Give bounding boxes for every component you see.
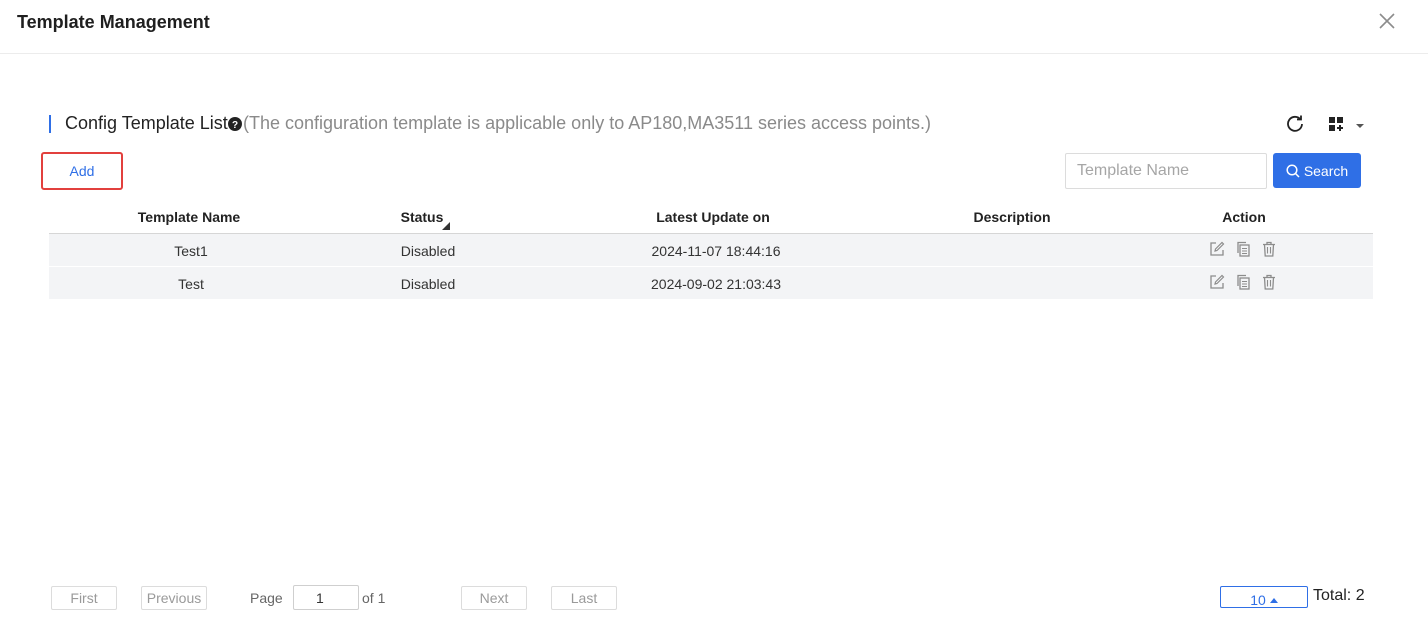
- page-size-select[interactable]: 10: [1220, 586, 1308, 608]
- column-header-action: Action: [1222, 209, 1266, 225]
- cell-latest-update: 2024-09-02 21:03:43: [651, 276, 781, 292]
- table-row: Test Disabled 2024-09-02 21:03:43: [49, 267, 1373, 300]
- last-page-button[interactable]: Last: [551, 586, 617, 610]
- caret-up-icon: [1269, 598, 1278, 603]
- section-note: (The configuration template is applicabl…: [243, 113, 932, 133]
- template-table: Template Name Status Latest Update on De…: [49, 201, 1373, 300]
- column-header-description[interactable]: Description: [973, 209, 1050, 225]
- dialog-header: Template Management: [0, 0, 1428, 54]
- search-icon: [1286, 163, 1300, 178]
- previous-page-button[interactable]: Previous: [141, 586, 207, 610]
- table-row: Test1 Disabled 2024-11-07 18:44:16: [49, 234, 1373, 267]
- section-accent-bar: [49, 115, 51, 133]
- search-button[interactable]: Search: [1273, 153, 1361, 188]
- svg-text:?: ?: [232, 120, 238, 131]
- page-count-label: of 1: [362, 590, 386, 606]
- page-number-input[interactable]: [293, 585, 359, 610]
- row-actions: [1209, 274, 1277, 290]
- column-header-template-name[interactable]: Template Name: [138, 209, 240, 225]
- dialog-title: Template Management: [17, 12, 210, 32]
- trash-icon[interactable]: [1261, 241, 1277, 257]
- add-button[interactable]: Add: [45, 156, 119, 186]
- trash-icon[interactable]: [1261, 274, 1277, 290]
- copy-icon[interactable]: [1235, 274, 1251, 290]
- cell-status: Disabled: [400, 276, 456, 292]
- sort-icon[interactable]: [442, 222, 450, 230]
- search-button-label: Search: [1303, 162, 1349, 179]
- column-header-status[interactable]: Status: [401, 209, 444, 225]
- refresh-icon[interactable]: [1285, 113, 1305, 133]
- cell-latest-update: 2024-11-07 18:44:16: [651, 243, 781, 259]
- grid-settings-icon[interactable]: [1327, 114, 1367, 134]
- page-label: Page: [250, 590, 283, 606]
- edit-icon[interactable]: [1209, 241, 1225, 257]
- close-icon[interactable]: [1376, 10, 1398, 32]
- section-title: Config Template List: [65, 113, 228, 133]
- cell-status: Disabled: [400, 243, 456, 259]
- next-page-button[interactable]: Next: [461, 586, 527, 610]
- cell-template-name: Test: [178, 276, 204, 292]
- table-header: Template Name Status Latest Update on De…: [49, 201, 1373, 234]
- cell-template-name: Test1: [174, 243, 208, 259]
- edit-icon[interactable]: [1209, 274, 1225, 290]
- search-input[interactable]: [1065, 153, 1267, 189]
- first-page-button[interactable]: First: [51, 586, 117, 610]
- column-header-latest-update[interactable]: Latest Update on: [656, 209, 770, 225]
- row-actions: [1209, 241, 1277, 257]
- question-circle-icon[interactable]: ?: [228, 117, 242, 131]
- total-count: Total: 2: [1313, 587, 1365, 604]
- copy-icon[interactable]: [1235, 241, 1251, 257]
- page-size-value: 10: [1250, 592, 1266, 608]
